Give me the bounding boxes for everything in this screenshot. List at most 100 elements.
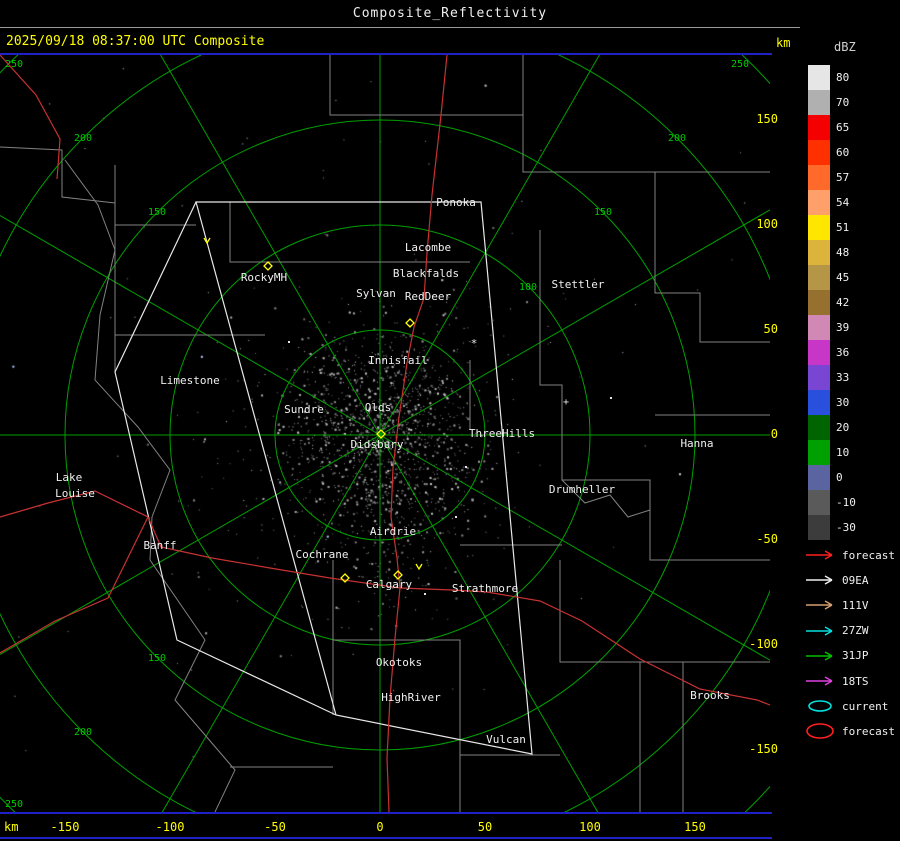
dbz-swatch	[808, 315, 830, 340]
highway-line	[0, 516, 149, 654]
dbz-swatch	[808, 265, 830, 290]
dbz-swatch-label: 57	[836, 171, 850, 184]
city-label: Brooks	[690, 689, 730, 702]
city-label: Airdrie	[370, 525, 416, 538]
range-ring-label: 100	[519, 282, 537, 293]
right-axis-tick: -100	[749, 637, 778, 651]
dbz-swatch	[808, 490, 830, 515]
dbz-swatch-label: 42	[836, 296, 850, 309]
city-label: Stettler	[552, 278, 605, 291]
track-legend-row: 111V	[804, 596, 869, 614]
city-label: Banff	[143, 539, 176, 552]
dbz-swatch	[808, 290, 830, 315]
dbz-swatch	[808, 140, 830, 165]
track-legend-label: 09EA	[842, 573, 869, 587]
track-legend-label: 31JP	[842, 649, 869, 663]
track-legend-row: 09EA	[804, 571, 869, 589]
city-label: Cochrane	[296, 548, 349, 561]
dbz-swatch-label: 60	[836, 146, 850, 159]
dbz-swatch-label: 0	[836, 471, 843, 484]
city-label: Strathmore	[452, 582, 518, 595]
dbz-swatch-label: 70	[836, 96, 850, 109]
radar-map[interactable]: 150 200 250 100 150 200 250 150 200 250 * + Ponoka La…	[0, 55, 770, 812]
track-legend-row: 27ZW	[804, 622, 869, 640]
right-axis-tick: 0	[770, 427, 778, 441]
station-diamond-marker	[263, 261, 273, 271]
right-axis-tick: 50	[763, 322, 778, 336]
dbz-swatch	[808, 415, 830, 440]
radar-coverage-outline	[114, 201, 337, 716]
legend-panel: dBZ 80 70 65 60 57 54 51 48 45 42 39 36 33 30 20 10 0 -10…	[800, 0, 900, 841]
city-label: Olds	[365, 401, 392, 414]
track-arrow-icon	[806, 676, 833, 686]
city-label: Innisfail	[368, 354, 428, 367]
right-axis-tick: 100	[756, 217, 778, 231]
window-title: Composite_Reflectivity	[352, 6, 548, 21]
dbz-swatch	[808, 115, 830, 140]
track-legend-row: 31JP	[804, 647, 869, 665]
track-legend-label: forecast	[842, 548, 895, 562]
range-ring-label: 200	[668, 133, 686, 144]
dbz-swatch	[808, 440, 830, 465]
track-arrow-icon	[806, 625, 833, 636]
track-legend-row: current	[804, 697, 888, 715]
range-ring-label: 250	[5, 59, 23, 70]
dbz-swatch	[808, 465, 830, 490]
title-bar: Composite_Reflectivity	[0, 0, 900, 28]
bottom-axis-unit-label: km	[4, 820, 19, 834]
highway-line	[399, 587, 770, 706]
dbz-swatch	[808, 190, 830, 215]
dbz-swatch	[808, 515, 830, 540]
county-boundary	[64, 159, 236, 812]
city-label: RockyMH	[241, 271, 287, 284]
bottom-axis-tick: 150	[684, 820, 706, 834]
city-label: Blackfalds	[393, 267, 459, 280]
city-label: Sylvan	[356, 287, 396, 300]
city-label: Vulcan	[486, 733, 526, 746]
bottom-axis-tick: -50	[264, 820, 286, 834]
track-arrow-icon	[806, 651, 833, 661]
city-label: Ponoka	[436, 196, 476, 209]
right-axis-unit-label: km	[776, 36, 791, 50]
dbz-swatch-label: 65	[836, 121, 850, 134]
azimuth-line	[161, 434, 381, 812]
city-label: Okotoks	[376, 656, 422, 669]
city-label: ThreeHills	[469, 427, 535, 440]
county-boundary	[329, 55, 523, 116]
track-legend-row: forecast	[804, 722, 895, 740]
track-legend-label: 111V	[842, 598, 869, 612]
dbz-swatch	[808, 365, 830, 390]
track-legend-label: 18TS	[842, 674, 869, 688]
map-vector-layer: 150 200 250 100 150 200 250 150 200 250 * + Ponoka La…	[0, 55, 770, 812]
radar-coverage-outline	[195, 201, 533, 755]
dbz-swatch-label: 45	[836, 271, 850, 284]
dbz-swatch	[808, 165, 830, 190]
city-label: Lake	[56, 471, 83, 484]
bottom-axis: km -150 -100 -50 0 50 100 150	[0, 812, 772, 841]
city-label: Sundre	[284, 403, 324, 416]
station-diamond-marker	[405, 318, 415, 328]
azimuth-line	[0, 215, 381, 436]
storm-ellipse-icon	[806, 723, 834, 740]
cross-marker: +	[563, 397, 569, 408]
dbz-swatch-label: 80	[836, 71, 850, 84]
dbz-scale-title: dBZ	[834, 40, 856, 54]
azimuth-line	[160, 55, 381, 436]
bottom-axis-tick: 0	[376, 820, 384, 834]
city-label: Calgary	[366, 578, 413, 591]
timestamp-label: 2025/09/18 08:37:00 UTC Composite	[6, 34, 265, 49]
dbz-swatch-label: 20	[836, 421, 850, 434]
right-axis-tick: -50	[756, 532, 778, 546]
right-axis-tick: 150	[756, 112, 778, 126]
bottom-axis-tick: -150	[50, 820, 80, 834]
city-label: HighRiver	[381, 691, 441, 704]
bottom-axis-tick: 50	[477, 820, 493, 834]
city-label: Louise	[55, 487, 95, 500]
range-ring-label: 150	[148, 207, 166, 218]
caret-marker	[415, 563, 423, 571]
dbz-swatch-label: -30	[836, 521, 856, 534]
dbz-swatch-label: 39	[836, 321, 850, 334]
dbz-swatch-label: 54	[836, 196, 850, 209]
range-ring-label: 150	[594, 207, 612, 218]
dot-marker	[610, 397, 612, 399]
